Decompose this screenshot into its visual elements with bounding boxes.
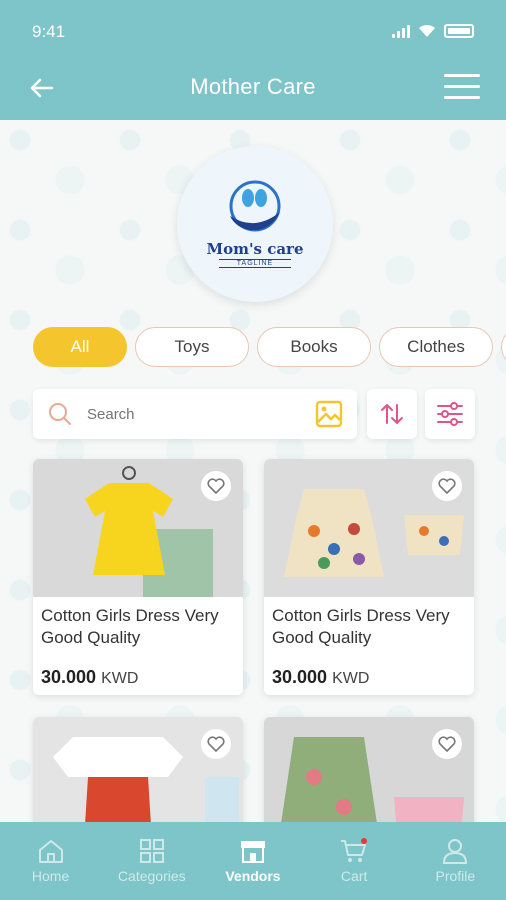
product-title: Cotton Girls Dress Very Good Quality bbox=[272, 606, 450, 647]
category-chips: All Toys Books Clothes bbox=[33, 327, 506, 367]
nav-cart-label: Cart bbox=[340, 868, 368, 884]
heart-icon bbox=[207, 478, 225, 494]
signal-icon bbox=[392, 24, 410, 38]
product-image bbox=[264, 459, 474, 597]
product-image bbox=[33, 459, 243, 597]
logo-tagline: TAGLINE bbox=[218, 259, 292, 268]
nav-profile[interactable]: Profile bbox=[405, 838, 505, 884]
sort-button[interactable] bbox=[367, 389, 417, 439]
search-bar bbox=[33, 389, 357, 439]
favorite-button[interactable] bbox=[432, 471, 462, 501]
price-value: 30.000 bbox=[272, 667, 328, 687]
filter-icon bbox=[437, 402, 463, 426]
status-icons bbox=[392, 24, 474, 38]
product-card[interactable]: Cotton Girls Dress Very Good Quality 30.… bbox=[33, 459, 243, 695]
price-currency: KWD bbox=[101, 670, 139, 687]
bottom-nav: Home Categories Vendors Cart Profile bbox=[0, 822, 506, 900]
nav-categories[interactable]: Categories bbox=[102, 838, 202, 884]
cart-icon bbox=[341, 838, 368, 862]
product-price: 30.000 KWD bbox=[33, 659, 243, 695]
status-time: 9:41 bbox=[32, 22, 66, 41]
nav-home-label: Home bbox=[31, 868, 70, 884]
price-value: 30.000 bbox=[41, 667, 97, 687]
product-title: Cotton Girls Dress Very Good Quality bbox=[41, 606, 219, 647]
chip-clothes[interactable]: Clothes bbox=[379, 327, 493, 367]
chip-more[interactable] bbox=[501, 327, 506, 367]
menu-icon bbox=[444, 74, 480, 77]
app-header: 9:41 Mother Care bbox=[0, 0, 506, 120]
baby-feet-hand-icon bbox=[229, 180, 281, 232]
product-card[interactable]: Cotton Girls Dress Very Good Quality 30.… bbox=[264, 459, 474, 695]
vendor-logo: Mom's care TAGLINE bbox=[177, 146, 333, 302]
nav-profile-label: Profile bbox=[435, 868, 476, 884]
nav-cart[interactable]: Cart bbox=[304, 838, 404, 884]
battery-icon bbox=[444, 24, 474, 38]
nav-categories-label: Categories bbox=[117, 868, 186, 884]
heart-icon bbox=[438, 478, 456, 494]
chip-books[interactable]: Books bbox=[257, 327, 371, 367]
chip-all[interactable]: All bbox=[33, 327, 127, 367]
nav-home[interactable]: Home bbox=[1, 838, 101, 884]
product-price: 30.000 KWD bbox=[264, 659, 474, 695]
nav-vendors[interactable]: Vendors bbox=[203, 838, 303, 884]
heart-icon bbox=[438, 736, 456, 752]
favorite-button[interactable] bbox=[432, 729, 462, 759]
heart-icon bbox=[207, 736, 225, 752]
store-icon bbox=[240, 841, 265, 863]
grid-icon bbox=[139, 839, 164, 863]
image-search-icon[interactable] bbox=[315, 400, 343, 428]
favorite-button[interactable] bbox=[201, 729, 231, 759]
nav-vendors-label: Vendors bbox=[225, 868, 281, 884]
favorite-button[interactable] bbox=[201, 471, 231, 501]
sort-icon bbox=[381, 404, 403, 424]
chip-toys[interactable]: Toys bbox=[135, 327, 249, 367]
profile-icon bbox=[443, 839, 468, 864]
logo-name: Mom's care bbox=[206, 240, 304, 258]
price-currency: KWD bbox=[332, 670, 370, 687]
search-input[interactable] bbox=[87, 405, 287, 423]
filter-button[interactable] bbox=[425, 389, 475, 439]
page-title: Mother Care bbox=[190, 74, 316, 99]
search-icon bbox=[49, 403, 71, 425]
home-icon bbox=[38, 840, 63, 863]
wifi-icon bbox=[419, 24, 435, 37]
menu-button[interactable] bbox=[444, 74, 480, 102]
